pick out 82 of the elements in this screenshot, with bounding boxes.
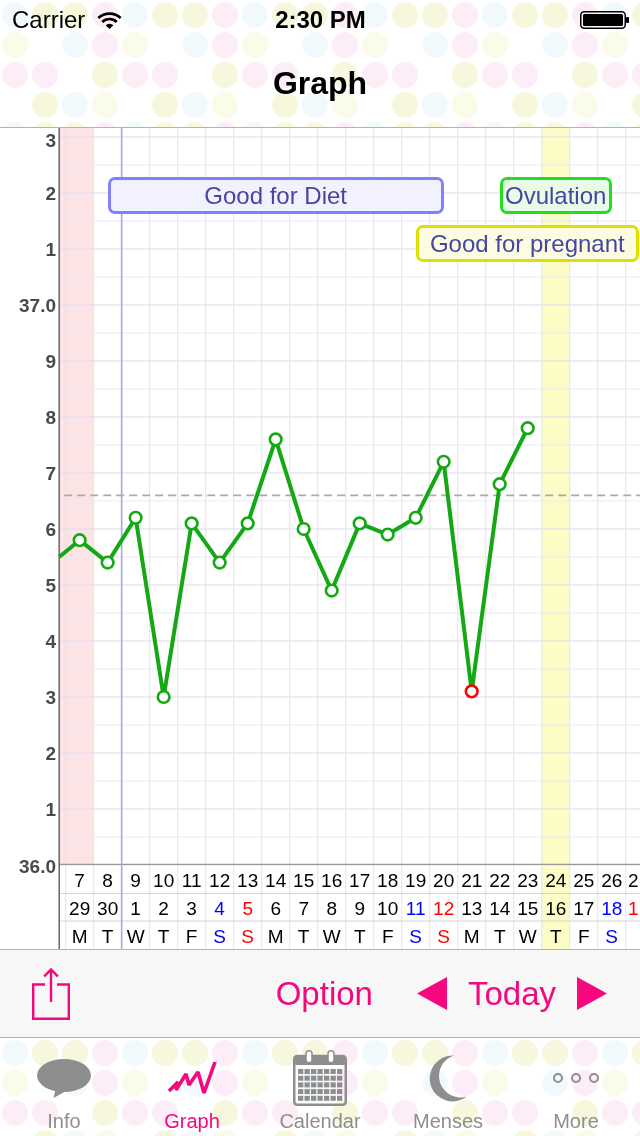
cycle-day-label: 26 <box>601 870 623 891</box>
weekday-label: T <box>297 926 310 947</box>
weekday-label: M <box>463 926 480 947</box>
cycle-day-label: 18 <box>377 870 399 891</box>
weekday-label: W <box>518 926 537 947</box>
date-label: 5 <box>242 898 253 919</box>
weekday-label: F <box>185 926 198 947</box>
phase-label: Ovulation <box>499 177 612 214</box>
cycle-day-label: 16 <box>321 870 343 891</box>
cycle-day-label: 23 <box>517 870 539 891</box>
date-label: 9 <box>354 898 365 919</box>
cycle-day-label: 13 <box>237 870 259 891</box>
cycle-day-label: 15 <box>293 870 315 891</box>
date-label: 1 <box>130 898 141 919</box>
y-axis-label: 2 <box>45 743 56 765</box>
date-label: 1 <box>627 898 639 919</box>
weekday-label: T <box>493 926 506 947</box>
cycle-day-label: 24 <box>545 870 567 891</box>
y-axis-label: 36.0 <box>19 855 56 877</box>
weekday-label: T <box>353 926 366 947</box>
phase-label: Good for pregnant <box>415 225 639 262</box>
cycle-day-label: 9 <box>130 870 141 891</box>
weekday-label: W <box>322 926 341 947</box>
y-axis-label: 5 <box>45 575 56 597</box>
date-label: 29 <box>69 898 91 919</box>
cycle-day-label: 19 <box>405 870 427 891</box>
cycle-day-label: 22 <box>489 870 511 891</box>
date-label: 17 <box>573 898 595 919</box>
cycle-day-label: 8 <box>102 870 113 891</box>
date-label: 8 <box>326 898 337 919</box>
weekday-label: S <box>241 926 254 947</box>
weekday-label: T <box>101 926 114 947</box>
weekday-label: T <box>549 926 562 947</box>
weekday-label: S <box>213 926 226 947</box>
date-label: 11 <box>405 898 426 919</box>
cycle-day-label: 7 <box>74 870 85 891</box>
carrier-name: Carrier <box>12 6 86 34</box>
cycle-day-label: 2 <box>627 870 639 891</box>
y-axis-label: 9 <box>45 351 56 373</box>
page-title: Graph <box>272 65 368 102</box>
weekday-label: W <box>126 926 145 947</box>
date-label: 12 <box>433 898 455 919</box>
y-axis-label: 1 <box>45 799 56 821</box>
y-axis-label: 2 <box>45 183 56 205</box>
cycle-day-label: 21 <box>461 870 483 891</box>
cycle-day-label: 25 <box>573 870 595 891</box>
date-label: 4 <box>214 898 225 919</box>
date-label: 18 <box>601 898 623 919</box>
cycle-day-label: 11 <box>181 870 202 891</box>
date-label: 30 <box>97 898 119 919</box>
y-axis-label: 37.0 <box>19 295 56 317</box>
phase-label: Good for Diet <box>107 177 444 214</box>
status-time: 2:30 PM <box>275 6 366 34</box>
date-label: 10 <box>377 898 399 919</box>
y-axis-label: 3 <box>45 687 56 709</box>
cycle-day-label: 17 <box>349 870 371 891</box>
weekday-label: F <box>381 926 394 947</box>
weekday-label: S <box>605 926 619 947</box>
weekday-label: S <box>409 926 423 947</box>
cycle-day-label: 20 <box>433 870 455 891</box>
y-axis-label: 4 <box>45 631 56 653</box>
date-label: 6 <box>270 898 281 919</box>
cycle-day-label: 10 <box>153 870 175 891</box>
cycle-day-label: 14 <box>265 870 287 891</box>
weekday-label: F <box>577 926 590 947</box>
date-label: 7 <box>298 898 309 919</box>
cycle-day-label: 12 <box>209 870 231 891</box>
y-axis-label: 7 <box>45 463 56 485</box>
y-axis-label: 8 <box>45 407 56 429</box>
y-axis-label: 6 <box>45 519 56 541</box>
date-label: 14 <box>489 898 511 919</box>
weekday-label: S <box>437 926 451 947</box>
y-axis-label: 1 <box>45 239 56 261</box>
date-label: 13 <box>461 898 483 919</box>
y-axis-label: 3 <box>45 129 56 151</box>
weekday-label: M <box>71 926 88 947</box>
date-label: 16 <box>545 898 567 919</box>
date-label: 2 <box>158 898 169 919</box>
weekday-label: M <box>267 926 284 947</box>
date-label: 15 <box>517 898 539 919</box>
date-label: 3 <box>186 898 197 919</box>
weekday-label: T <box>157 926 170 947</box>
